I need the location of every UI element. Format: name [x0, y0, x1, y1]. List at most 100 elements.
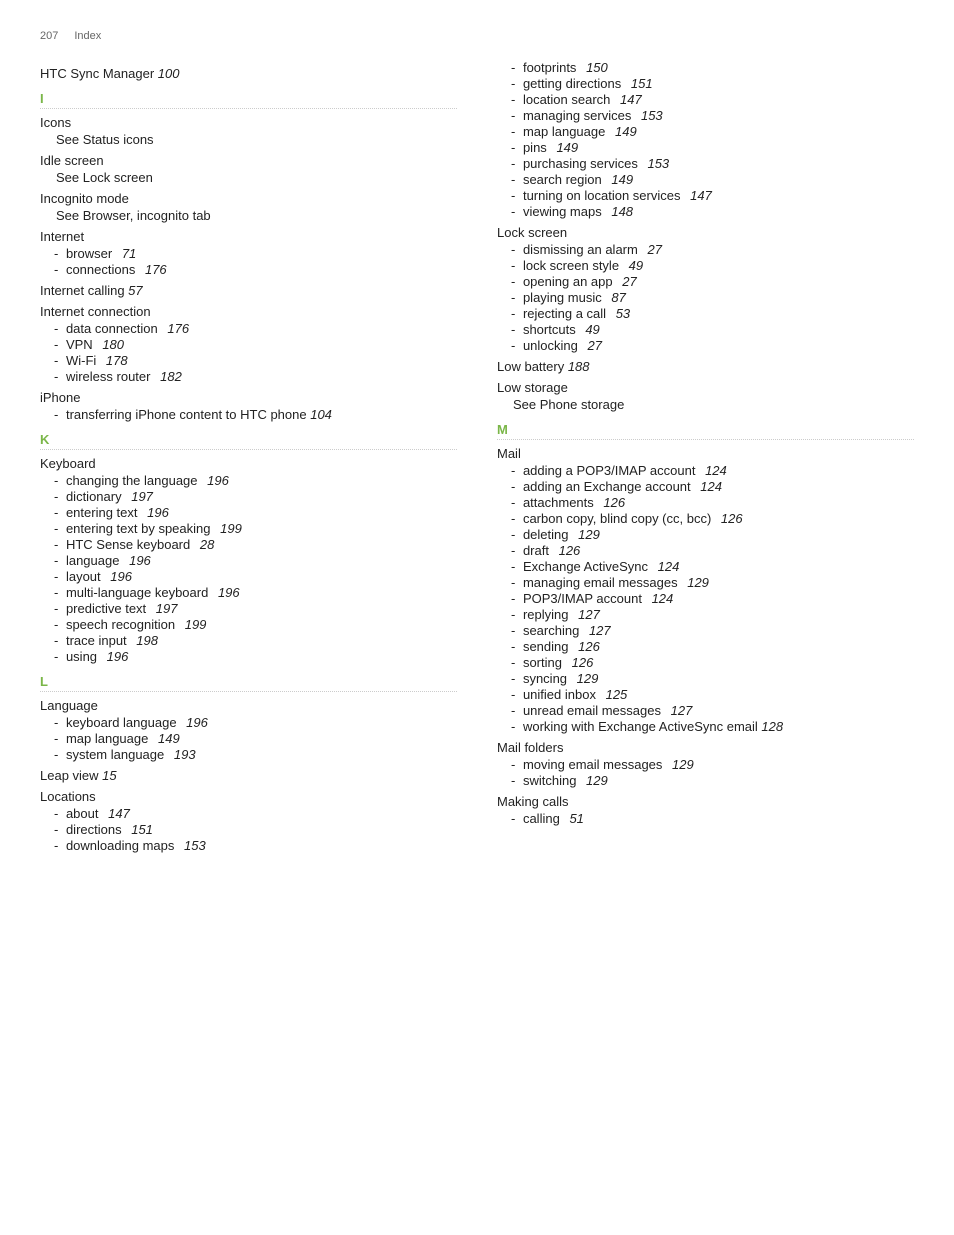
- sub-entry: - browser 71: [40, 246, 457, 261]
- sub-entry: - shortcuts 49: [497, 322, 914, 337]
- sub-entry: - sending 126: [497, 639, 914, 654]
- section-letter-m: M: [497, 422, 914, 440]
- entry-block: Mail folders - moving email messages 129-…: [497, 740, 914, 788]
- sub-entry: - Exchange ActiveSync 124: [497, 559, 914, 574]
- sub-entry: - language 196: [40, 553, 457, 568]
- sub-entry: - keyboard language 196: [40, 715, 457, 730]
- sub-entry: - layout 196: [40, 569, 457, 584]
- entry-block: Incognito modeSee Browser, incognito tab: [40, 191, 457, 223]
- sub-entry: - purchasing services 153: [497, 156, 914, 171]
- sub-entry: - rejecting a call 53: [497, 306, 914, 321]
- sub-entry: - directions 151: [40, 822, 457, 837]
- entry-title: Leap view 15: [40, 768, 457, 783]
- sub-entry: - footprints 150: [497, 60, 914, 75]
- entry-title: Locations: [40, 789, 457, 804]
- sub-entry: - draft 126: [497, 543, 914, 558]
- sub-entry: - lock screen style 49: [497, 258, 914, 273]
- entry-block: Mail - adding a POP3/IMAP account 124- ad…: [497, 446, 914, 734]
- sub-entry: - location search 147: [497, 92, 914, 107]
- sub-entry: - switching 129: [497, 773, 914, 788]
- sub-entry: - adding a POP3/IMAP account 124: [497, 463, 914, 478]
- sub-entry: - unlocking 27: [497, 338, 914, 353]
- sub-entry: - replying 127: [497, 607, 914, 622]
- sub-entry: - entering text 196: [40, 505, 457, 520]
- right-column: - footprints 150- getting directions 151…: [497, 60, 914, 857]
- sub-entry: - trace input 198: [40, 633, 457, 648]
- sub-entry: - unified inbox 125: [497, 687, 914, 702]
- sub-entry: - VPN 180: [40, 337, 457, 352]
- sub-entry: - adding an Exchange account 124: [497, 479, 914, 494]
- sub-entry: - playing music 87: [497, 290, 914, 305]
- sub-entry: - system language 193: [40, 747, 457, 762]
- entry-block: Language - keyboard language 196- map lan…: [40, 698, 457, 762]
- entry-title: Idle screen: [40, 153, 457, 168]
- entry-block: Low battery 188: [497, 359, 914, 374]
- entry-block: Internet calling 57: [40, 283, 457, 298]
- sub-entry: - unread email messages 127: [497, 703, 914, 718]
- sub-entry: - about 147: [40, 806, 457, 821]
- sub-entry: See Phone storage: [497, 397, 914, 412]
- section-letter-k: K: [40, 432, 457, 450]
- sub-entry: - speech recognition 199: [40, 617, 457, 632]
- sub-entry: - working with Exchange ActiveSync email…: [497, 719, 914, 734]
- sub-entry: See Lock screen: [40, 170, 457, 185]
- sub-entry: - moving email messages 129: [497, 757, 914, 772]
- continuation-block: - footprints 150- getting directions 151…: [497, 60, 914, 219]
- entry-title: Mail folders: [497, 740, 914, 755]
- page-label: Index: [74, 30, 101, 42]
- entry-block: Lock screen - dismissing an alarm 27- loc…: [497, 225, 914, 353]
- entry-title: Language: [40, 698, 457, 713]
- entry-title: Internet calling 57: [40, 283, 457, 298]
- sub-entry: See Status icons: [40, 132, 457, 147]
- entry-title: Keyboard: [40, 456, 457, 471]
- entry-block: HTC Sync Manager 100: [40, 66, 457, 81]
- sub-entry: - dismissing an alarm 27: [497, 242, 914, 257]
- page-number: 207: [40, 30, 58, 42]
- sub-entry: - calling 51: [497, 811, 914, 826]
- sub-entry: - changing the language 196: [40, 473, 457, 488]
- sub-entry: - downloading maps 153: [40, 838, 457, 853]
- sub-entry: - carbon copy, blind copy (cc, bcc) 126: [497, 511, 914, 526]
- entry-block: Internet connection- data connection 176…: [40, 304, 457, 384]
- entry-block: Low storage See Phone storage: [497, 380, 914, 412]
- entry-title: Internet: [40, 229, 457, 244]
- entry-block: Keyboard - changing the language 196- dic…: [40, 456, 457, 664]
- sub-entry: - attachments 126: [497, 495, 914, 510]
- entry-title: Lock screen: [497, 225, 914, 240]
- sub-entry: - Wi-Fi 178: [40, 353, 457, 368]
- section-letter-i: I: [40, 91, 457, 109]
- sub-entry: - entering text by speaking 199: [40, 521, 457, 536]
- entry-title: Making calls: [497, 794, 914, 809]
- sub-entry: - sorting 126: [497, 655, 914, 670]
- sub-entry: - pins 149: [497, 140, 914, 155]
- sub-entry: - turning on location services 147: [497, 188, 914, 203]
- sub-entry: - predictive text 197: [40, 601, 457, 616]
- entry-block: Internet- browser 71- connections 176: [40, 229, 457, 277]
- sub-entry: - using 196: [40, 649, 457, 664]
- sub-entry: - transferring iPhone content to HTC pho…: [40, 407, 457, 422]
- left-column: HTC Sync Manager 100 I Icons See Status ico…: [40, 60, 457, 857]
- page-header: 207 Index: [40, 30, 914, 42]
- entry-title: Low battery 188: [497, 359, 914, 374]
- sub-entry: - wireless router 182: [40, 369, 457, 384]
- sub-entry: - viewing maps 148: [497, 204, 914, 219]
- sub-entry: - managing services 153: [497, 108, 914, 123]
- sub-entry: - data connection 176: [40, 321, 457, 336]
- sub-entry: - multi-language keyboard 196: [40, 585, 457, 600]
- entry-title: Mail: [497, 446, 914, 461]
- sub-entry: - map language 149: [40, 731, 457, 746]
- entry-title: Icons: [40, 115, 457, 130]
- entry-block: Leap view 15: [40, 768, 457, 783]
- entry-block: iPhone - transferring iPhone content to H…: [40, 390, 457, 422]
- entry-title: Low storage: [497, 380, 914, 395]
- sub-entry: - deleting 129: [497, 527, 914, 542]
- sub-entry: - POP3/IMAP account 124: [497, 591, 914, 606]
- sub-entry: - HTC Sense keyboard 28: [40, 537, 457, 552]
- entry-block: Icons See Status icons: [40, 115, 457, 147]
- sub-entry: - dictionary 197: [40, 489, 457, 504]
- entry-block: Making calls - calling 51: [497, 794, 914, 826]
- sub-entry: - syncing 129: [497, 671, 914, 686]
- entry-title: iPhone: [40, 390, 457, 405]
- sub-entry: - opening an app 27: [497, 274, 914, 289]
- entry-title: Incognito mode: [40, 191, 457, 206]
